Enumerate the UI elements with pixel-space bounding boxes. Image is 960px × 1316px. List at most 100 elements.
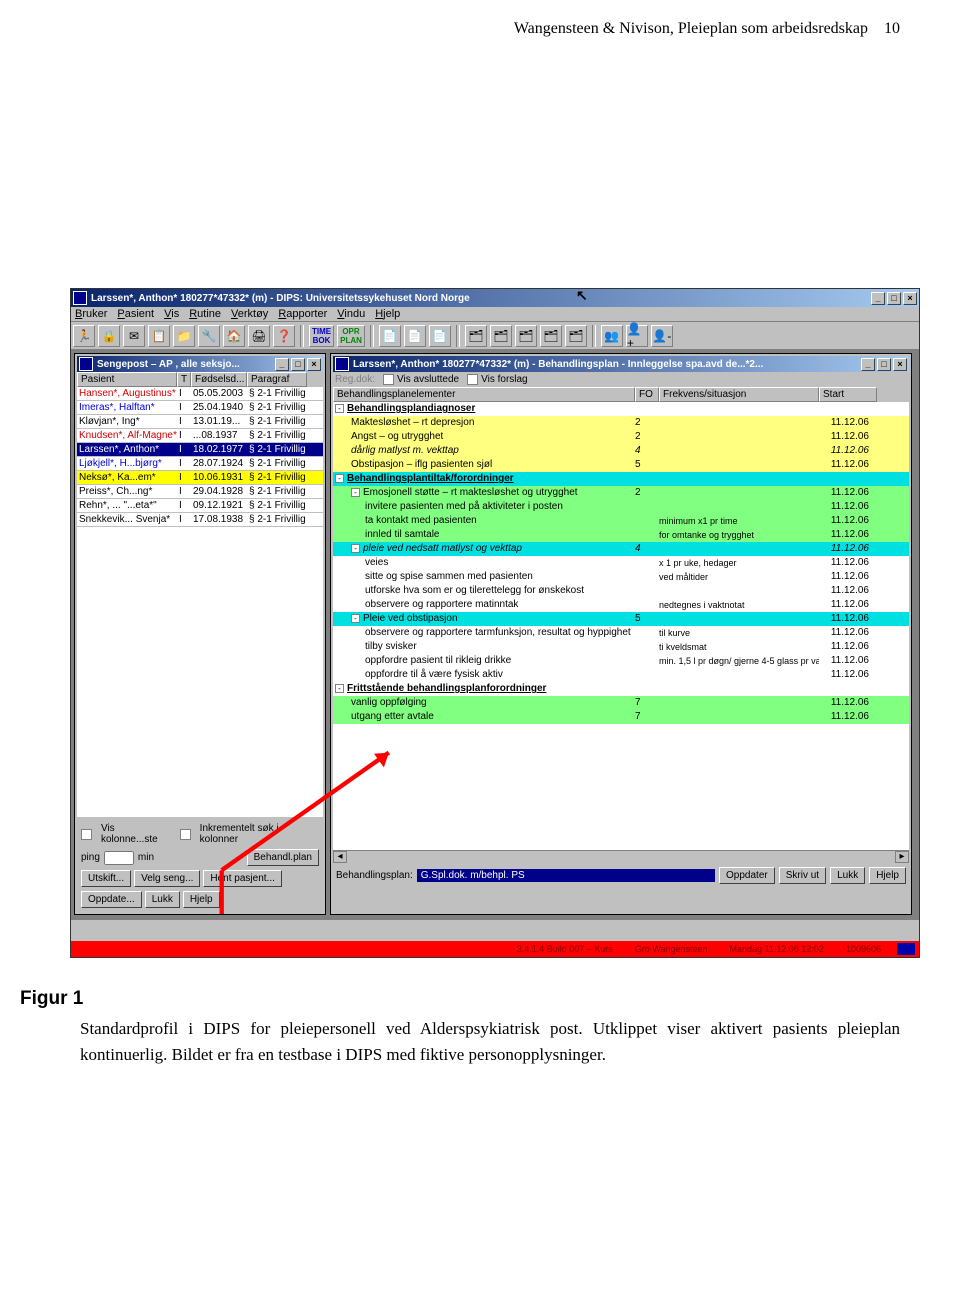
menu-rapporter[interactable]: Rapporter <box>278 308 327 320</box>
plan-row[interactable]: Angst – og utrygghet211.12.06 <box>333 430 909 444</box>
skrivut-button[interactable]: Skriv ut <box>779 867 826 884</box>
menu-pasient[interactable]: Pasient <box>117 308 154 320</box>
menu-hjelp[interactable]: Hjelp <box>375 308 400 320</box>
toolbar-button-24[interactable]: 👤+ <box>626 325 648 347</box>
menu-verktoy[interactable]: Verktøy <box>231 308 268 320</box>
patient-row[interactable]: Knudsen*, Alf-Magne*I...08.1937§ 2-1 Fri… <box>77 429 323 443</box>
toolbar-button-3[interactable]: 📋 <box>148 325 170 347</box>
plan-row[interactable]: utforske hva som er og tilerettelegg for… <box>333 584 909 598</box>
utskrift-button[interactable]: Utskift... <box>81 870 131 887</box>
plan-row[interactable]: -Emosjonell støtte – rt maktesløshet og … <box>333 486 909 500</box>
plan-row[interactable]: sitte og spise sammen med pasientenved m… <box>333 570 909 584</box>
patient-row[interactable]: Hansen*, Augustinus*I05.05.2003§ 2-1 Fri… <box>77 387 323 401</box>
patient-row[interactable]: Neksø*, Ka...em*I10.06.1931§ 2-1 Frivill… <box>77 471 323 485</box>
timebok-button[interactable]: TIMEBOK <box>309 325 334 347</box>
toolbar-button-20[interactable]: 🗂 <box>540 325 562 347</box>
plan-row[interactable]: invitere pasienten med på aktiviteter i … <box>333 500 909 514</box>
plan-row[interactable]: vanlig oppfølging711.12.06 <box>333 696 909 710</box>
scroll-left-icon[interactable]: ◂ <box>333 851 347 863</box>
left-close-button[interactable]: × <box>307 358 321 371</box>
toolbar-button-21[interactable]: 🗂 <box>565 325 587 347</box>
menu-rutine[interactable]: Rutine <box>189 308 221 320</box>
lukk-right-button[interactable]: Lukk <box>830 867 865 884</box>
patient-row[interactable]: Rehn*, ... "...eta*"I09.12.1921§ 2-1 Fri… <box>77 499 323 513</box>
vis-avsluttede-checkbox[interactable] <box>383 374 394 385</box>
plan-row[interactable]: -pleie ved nedsatt matlyst og vekttap411… <box>333 542 909 556</box>
toolbar-button-13[interactable]: 📄 <box>379 325 401 347</box>
lukk-button[interactable]: Lukk <box>145 891 180 908</box>
toolbar-button-1[interactable]: 🔒 <box>98 325 120 347</box>
menu-bruker[interactable]: Bruker <box>75 308 107 320</box>
minimize-button[interactable]: _ <box>871 292 885 305</box>
toolbar-button-18[interactable]: 🗂 <box>490 325 512 347</box>
right-max-button[interactable]: □ <box>877 358 891 371</box>
patient-row[interactable]: Snekkevik... Svenja*I17.08.1938§ 2-1 Fri… <box>77 513 323 527</box>
inkrementelt-checkbox[interactable] <box>180 829 191 840</box>
toolbar-button-19[interactable]: 🗂 <box>515 325 537 347</box>
patient-row[interactable]: Larssen*, Anthon*I18.02.1977§ 2-1 Frivil… <box>77 443 323 457</box>
toolbar-button-4[interactable]: 📁 <box>173 325 195 347</box>
toolbar-button-7[interactable]: 🖨 <box>248 325 270 347</box>
col-elementer[interactable]: Behandlingsplanelementer <box>333 387 635 402</box>
hjelp-button[interactable]: Hjelp <box>183 891 220 908</box>
col-dob[interactable]: Fødselsd... <box>191 372 247 387</box>
plan-row[interactable]: Maktesløshet – rt depresjon211.12.06 <box>333 416 909 430</box>
col-pasient[interactable]: Pasient <box>77 372 177 387</box>
vis-kolonne-checkbox[interactable] <box>81 829 92 840</box>
toolbar-button-14[interactable]: 📄 <box>404 325 426 347</box>
plan-row[interactable]: dårlig matlyst m. vekttap411.12.06 <box>333 444 909 458</box>
plan-row[interactable]: -Behandlingsplantiltak/forordninger <box>333 472 909 486</box>
plan-row[interactable]: innled til samtalefor omtanke og trygghe… <box>333 528 909 542</box>
patient-row[interactable]: Preiss*, Ch...ng*I29.04.1928§ 2-1 Frivil… <box>77 485 323 499</box>
scroll-right-icon[interactable]: ▸ <box>895 851 909 863</box>
oppdater-button[interactable]: Oppdate... <box>81 891 142 908</box>
oppdater-right-button[interactable]: Oppdater <box>719 867 775 884</box>
plan-row[interactable]: observere og rapportere tarmfunksjon, re… <box>333 626 909 640</box>
toolbar-button-23[interactable]: 👥 <box>601 325 623 347</box>
col-paragraf[interactable]: Paragraf <box>247 372 307 387</box>
toolbar-button-0[interactable]: 🏃 <box>73 325 95 347</box>
toolbar-button-5[interactable]: 🔧 <box>198 325 220 347</box>
toolbar-button-17[interactable]: 🗂 <box>465 325 487 347</box>
close-button[interactable]: × <box>903 292 917 305</box>
toolbar-button-8[interactable]: ❓ <box>273 325 295 347</box>
toolbar-button-15[interactable]: 📄 <box>429 325 451 347</box>
patient-row[interactable]: Imeras*, Halftan*I25.04.1940§ 2-1 Frivil… <box>77 401 323 415</box>
plan-row[interactable]: -Frittstående behandlingsplanforordninge… <box>333 682 909 696</box>
hjelp-right-button[interactable]: Hjelp <box>869 867 906 884</box>
maximize-button[interactable]: □ <box>887 292 901 305</box>
right-min-button[interactable]: _ <box>861 358 875 371</box>
plan-row[interactable]: utgang etter avtale711.12.06 <box>333 710 909 724</box>
plan-row[interactable]: -Behandlingsplandiagnoser <box>333 402 909 416</box>
oprplan-button[interactable]: OPRPLAN <box>337 325 365 347</box>
left-max-button[interactable]: □ <box>291 358 305 371</box>
patient-row[interactable]: Kløvjan*, Ing*I13.01.19...§ 2-1 Frivilli… <box>77 415 323 429</box>
col-t[interactable]: T <box>177 372 191 387</box>
plan-row[interactable]: Obstipasjon – iflg pasienten sjøl511.12.… <box>333 458 909 472</box>
col-frekvens[interactable]: Frekvens/situasjon <box>659 387 819 402</box>
velg-seng-button[interactable]: Velg seng... <box>134 870 200 887</box>
col-fo[interactable]: FO <box>635 387 659 402</box>
plan-row[interactable]: observere og rapportere matinntaknedtegn… <box>333 598 909 612</box>
menu-vis[interactable]: Vis <box>164 308 179 320</box>
behandlplan-button[interactable]: Behandl.plan <box>247 849 319 866</box>
behandlingsplan-value[interactable]: G.Spl.dok. m/behpl. PS <box>417 869 715 882</box>
patient-row[interactable]: Ljøkjell*, H...bjørg*I28.07.1924§ 2-1 Fr… <box>77 457 323 471</box>
toolbar-button-6[interactable]: 🏠 <box>223 325 245 347</box>
right-title: Larssen*, Anthon* 180277*47332* (m) - Be… <box>353 359 763 370</box>
right-close-button[interactable]: × <box>893 358 907 371</box>
plan-row[interactable]: oppfordre til å være fysisk aktiv11.12.0… <box>333 668 909 682</box>
vis-forslag-checkbox[interactable] <box>467 374 478 385</box>
plan-row[interactable]: ta kontakt med pasientenminimum x1 pr ti… <box>333 514 909 528</box>
menu-vindu[interactable]: Vindu <box>337 308 365 320</box>
plan-row[interactable]: -Pleie ved obstipasjon511.12.06 <box>333 612 909 626</box>
col-start[interactable]: Start <box>819 387 877 402</box>
toolbar-button-25[interactable]: 👤- <box>651 325 673 347</box>
left-min-button[interactable]: _ <box>275 358 289 371</box>
ping-input[interactable] <box>104 851 134 865</box>
toolbar-button-2[interactable]: ✉ <box>123 325 145 347</box>
plan-row[interactable]: oppfordre pasient til rikleig drikkemin.… <box>333 654 909 668</box>
hent-pasient-button[interactable]: Hent pasjent... <box>203 870 281 887</box>
plan-row[interactable]: tilby sviskerti kveldsmat11.12.06 <box>333 640 909 654</box>
plan-row[interactable]: veiesx 1 pr uke, hedager11.12.06 <box>333 556 909 570</box>
